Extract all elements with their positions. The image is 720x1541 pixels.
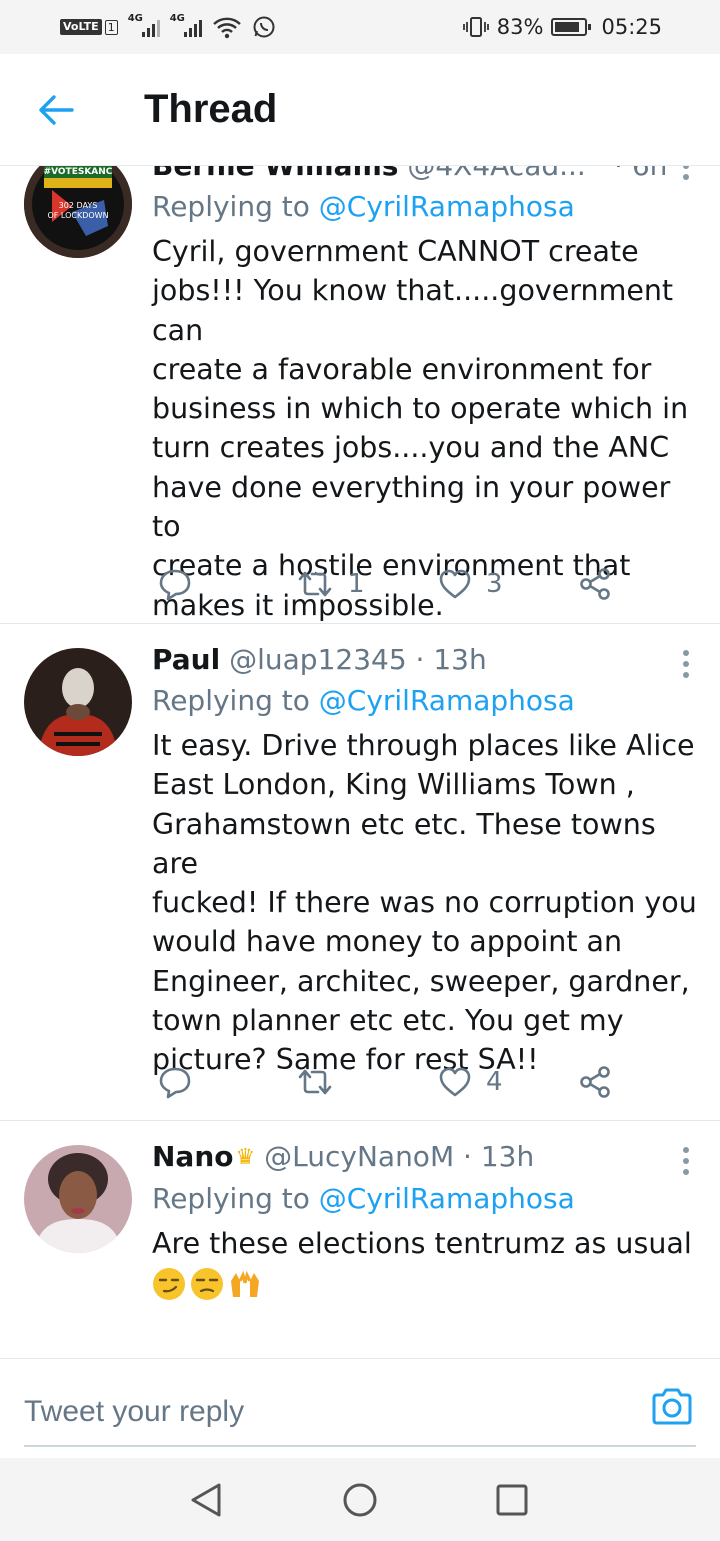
back-button[interactable]	[20, 74, 92, 146]
tweet-time: · 13h	[463, 1140, 535, 1173]
replying-to: Replying to @CyrilRamaphosa	[152, 188, 700, 226]
battery-percent: 83%	[496, 15, 544, 39]
heart-icon	[439, 569, 471, 599]
tweet[interactable]: Nano♛ @LucyNanoM · 13h Replying to @Cyri…	[0, 1121, 720, 1358]
nav-recents-button[interactable]	[494, 1482, 530, 1518]
triangle-back-icon	[191, 1483, 221, 1517]
retweet-button[interactable]: 1	[296, 569, 365, 599]
mention-link[interactable]: @CyrilRamaphosa	[319, 190, 575, 223]
system-nav-bar	[0, 1458, 720, 1541]
reply-button[interactable]	[158, 1065, 192, 1099]
tweet-text: Are these elections tentrumz as usual	[152, 1227, 692, 1260]
unamused-face-icon	[191, 1268, 223, 1301]
camera-button[interactable]	[650, 1385, 694, 1429]
avatar[interactable]	[24, 648, 132, 756]
status-bar: VoLTE 1 4G 4G 83% 05:25	[0, 0, 720, 54]
reply-button[interactable]	[158, 567, 192, 601]
replying-to: Replying to @CyrilRamaphosa	[152, 682, 700, 720]
reply-input[interactable]	[24, 1379, 696, 1447]
mention-link[interactable]: @CyrilRamaphosa	[319, 1182, 575, 1215]
vibrate-icon	[462, 17, 489, 37]
heart-icon	[439, 1067, 471, 1097]
emoji-row	[152, 1267, 700, 1301]
retweet-icon	[298, 1069, 332, 1095]
reply-bar	[0, 1358, 720, 1458]
replying-label: Replying to	[152, 684, 310, 717]
raising-hands-icon	[231, 1270, 259, 1298]
tweet-actions: 4	[152, 1062, 622, 1102]
tweet-header: Nano♛ @LucyNanoM · 13h	[152, 1139, 700, 1176]
replying-label: Replying to	[152, 190, 310, 223]
thread-feed[interactable]: #VOTESKANC 302 DAYS OF LOCKDOWN Bernie W…	[0, 166, 720, 1358]
author-name[interactable]: Nano	[152, 1140, 234, 1173]
avatar[interactable]: #VOTESKANC 302 DAYS OF LOCKDOWN	[24, 166, 132, 258]
retweet-icon	[298, 571, 332, 597]
tweet-header: Paul @luap12345 · 13h	[152, 642, 700, 678]
comment-icon	[159, 569, 191, 601]
avatar-image	[24, 648, 132, 756]
more-button[interactable]	[680, 166, 692, 180]
like-button[interactable]: 4	[438, 1066, 503, 1098]
status-left: VoLTE 1 4G 4G	[60, 13, 276, 39]
page-title: Thread	[144, 87, 278, 131]
like-count: 3	[486, 569, 503, 599]
tweet-text: It easy. Drive through places like Alice…	[152, 729, 697, 1077]
like-count: 4	[486, 1067, 503, 1097]
svg-text:#VOTESKANC: #VOTESKANC	[44, 167, 113, 177]
like-button[interactable]: 3	[438, 568, 503, 600]
tweet[interactable]: #VOTESKANC 302 DAYS OF LOCKDOWN Bernie W…	[0, 166, 720, 624]
wifi-icon	[212, 17, 241, 39]
square-recents-icon	[496, 1484, 528, 1516]
tweet-time: · 6h	[614, 166, 667, 184]
author-name[interactable]: Paul	[152, 643, 220, 676]
tweet-actions: 1 3	[152, 564, 622, 604]
avatar-image	[24, 1145, 132, 1253]
tweet[interactable]: Paul @luap12345 · 13h Replying to @Cyril…	[0, 624, 720, 1121]
more-button[interactable]	[680, 1147, 692, 1175]
tweet-header: Bernie Williams @4X4Acad... · 6h	[152, 166, 700, 184]
tweet-body: Paul @luap12345 · 13h Replying to @Cyril…	[152, 642, 700, 1080]
sim-number: 1	[104, 19, 118, 35]
arrow-left-icon	[39, 94, 74, 125]
circle-home-icon	[343, 1483, 377, 1517]
signal-1-icon: 4G	[128, 13, 160, 37]
more-button[interactable]	[680, 650, 692, 678]
camera-icon	[652, 1388, 692, 1425]
whatsapp-icon	[253, 16, 275, 38]
retweet-count: 1	[348, 569, 365, 599]
battery-icon	[551, 18, 592, 36]
author-name[interactable]: Bernie Williams	[152, 166, 398, 182]
author-handle[interactable]: @4X4Acad...	[407, 166, 586, 182]
signal-2-icon: 4G	[170, 13, 202, 37]
tweet-time: · 13h	[415, 643, 487, 676]
network-type-1: 4G	[127, 13, 143, 24]
svg-text:302 DAYS: 302 DAYS	[59, 201, 98, 210]
retweet-button[interactable]	[296, 1067, 348, 1097]
share-button[interactable]	[578, 1065, 612, 1099]
svg-text:OF LOCKDOWN: OF LOCKDOWN	[47, 211, 108, 220]
volte-indicator: VoLTE 1	[60, 19, 118, 35]
share-icon	[580, 568, 610, 600]
status-right: 83% 05:25	[462, 15, 662, 39]
mention-link[interactable]: @CyrilRamaphosa	[319, 684, 575, 717]
share-button[interactable]	[578, 567, 612, 601]
nav-back-button[interactable]	[188, 1482, 224, 1518]
smirking-face-icon	[153, 1268, 185, 1301]
avatar-image: #VOTESKANC 302 DAYS OF LOCKDOWN	[24, 166, 132, 258]
replying-to: Replying to @CyrilRamaphosa	[152, 1180, 700, 1218]
thread-header: Thread	[0, 54, 720, 166]
comment-icon	[159, 1067, 191, 1099]
clock: 05:25	[601, 15, 662, 39]
network-type-2: 4G	[169, 13, 185, 24]
share-icon	[580, 1066, 610, 1098]
author-handle[interactable]: @LucyNanoM	[264, 1140, 454, 1173]
tweet-body: Bernie Williams @4X4Acad... · 6h Replyin…	[152, 166, 700, 625]
volte-label: VoLTE	[60, 19, 102, 35]
avatar[interactable]	[24, 1145, 132, 1253]
crown-emoji-icon: ♛	[235, 1145, 256, 1170]
replying-label: Replying to	[152, 1182, 310, 1215]
tweet-body: Nano♛ @LucyNanoM · 13h Replying to @Cyri…	[152, 1139, 700, 1301]
nav-home-button[interactable]	[342, 1482, 378, 1518]
author-handle[interactable]: @luap12345	[229, 643, 407, 676]
